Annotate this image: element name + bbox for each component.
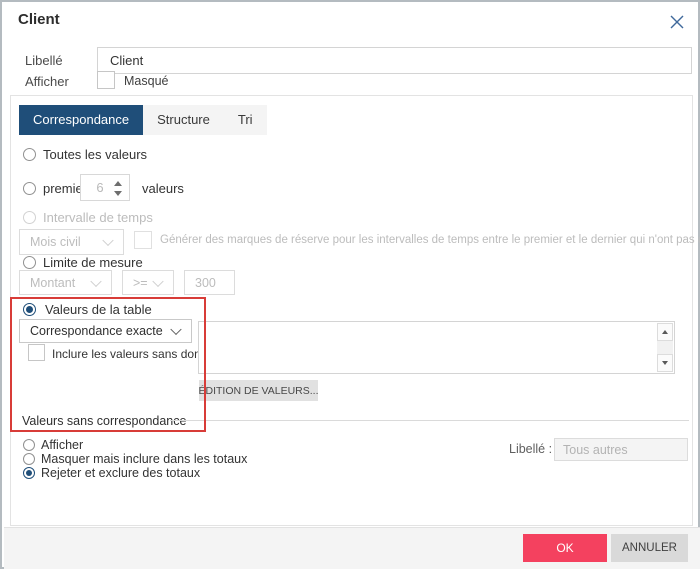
limite-value-input[interactable]: 300 bbox=[184, 270, 235, 295]
intervalle-temps-label: Intervalle de temps bbox=[43, 210, 153, 225]
libelle-input[interactable]: Client bbox=[97, 47, 692, 74]
radio-rejeter[interactable] bbox=[23, 467, 35, 479]
generer-label: Générer des marques de réserve pour les … bbox=[160, 234, 700, 246]
edition-valeurs-button[interactable]: ÉDITION DE VALEURS... bbox=[199, 380, 318, 401]
close-icon[interactable] bbox=[667, 12, 687, 32]
annuler-button[interactable]: ANNULER bbox=[611, 534, 688, 562]
limite-mesure-label: Limite de mesure bbox=[43, 255, 143, 270]
operator-value: >= bbox=[133, 276, 148, 290]
libelle-autres-label: Libellé : bbox=[509, 442, 552, 456]
rejeter-option-label: Rejeter et exclure des totaux bbox=[41, 466, 200, 480]
masque-label: Masqué bbox=[124, 74, 168, 88]
radio-limite-mesure[interactable] bbox=[23, 256, 36, 269]
listbox-scrollbar[interactable] bbox=[657, 323, 673, 372]
mois-civil-select[interactable]: Mois civil bbox=[19, 229, 124, 255]
section-divider bbox=[170, 420, 689, 421]
tab-tri[interactable]: Tri bbox=[224, 105, 267, 135]
tab-bar: Correspondance Structure Tri bbox=[19, 105, 267, 135]
chevron-down-icon bbox=[152, 275, 163, 286]
valeurs-table-label: Valeurs de la table bbox=[45, 302, 152, 317]
client-dialog: Client Libellé Client Afficher Masqué Co… bbox=[0, 0, 700, 569]
afficher-label: Afficher bbox=[25, 74, 69, 89]
correspondance-exacte-select[interactable]: Correspondance exacte bbox=[19, 319, 192, 343]
mois-civil-value: Mois civil bbox=[30, 235, 81, 249]
scroll-down-icon[interactable] bbox=[657, 354, 673, 372]
valeurs-suffix-label: valeurs bbox=[142, 181, 184, 196]
values-listbox[interactable] bbox=[198, 321, 675, 374]
tab-structure[interactable]: Structure bbox=[143, 105, 224, 135]
radio-valeurs-table[interactable] bbox=[23, 303, 36, 316]
libelle-label: Libellé bbox=[25, 53, 63, 68]
masquer-option-label: Masquer mais inclure dans les totaux bbox=[41, 452, 247, 466]
premier-spinner[interactable]: 6 bbox=[80, 174, 130, 201]
radio-premier[interactable] bbox=[23, 182, 36, 195]
chevron-down-icon bbox=[170, 324, 181, 335]
spinner-arrows-icon[interactable] bbox=[114, 181, 122, 196]
radio-toutes-valeurs[interactable] bbox=[23, 148, 36, 161]
dialog-title: Client bbox=[18, 11, 60, 28]
chevron-down-icon bbox=[102, 235, 113, 246]
sans-correspondance-header: Valeurs sans correspondance bbox=[22, 414, 186, 428]
scrollbar-track[interactable] bbox=[657, 341, 673, 354]
montant-value: Montant bbox=[30, 276, 75, 290]
radio-afficher[interactable] bbox=[23, 439, 35, 451]
tab-correspondance[interactable]: Correspondance bbox=[19, 105, 143, 135]
inclure-checkbox[interactable] bbox=[28, 344, 45, 361]
chevron-down-icon bbox=[90, 275, 101, 286]
operator-select[interactable]: >= bbox=[122, 270, 174, 295]
radio-masquer[interactable] bbox=[23, 453, 35, 465]
montant-select[interactable]: Montant bbox=[19, 270, 112, 295]
tous-autres-input[interactable]: Tous autres bbox=[554, 438, 688, 461]
masque-checkbox[interactable] bbox=[97, 71, 115, 89]
scroll-up-icon[interactable] bbox=[657, 323, 673, 341]
generer-checkbox[interactable] bbox=[134, 231, 152, 249]
ok-button[interactable]: OK bbox=[523, 534, 607, 562]
toutes-valeurs-label: Toutes les valeurs bbox=[43, 147, 147, 162]
premier-value: 6 bbox=[96, 180, 103, 195]
radio-intervalle-temps[interactable] bbox=[23, 211, 36, 224]
correspondance-exacte-value: Correspondance exacte bbox=[30, 324, 163, 338]
afficher-option-label: Afficher bbox=[41, 438, 83, 452]
